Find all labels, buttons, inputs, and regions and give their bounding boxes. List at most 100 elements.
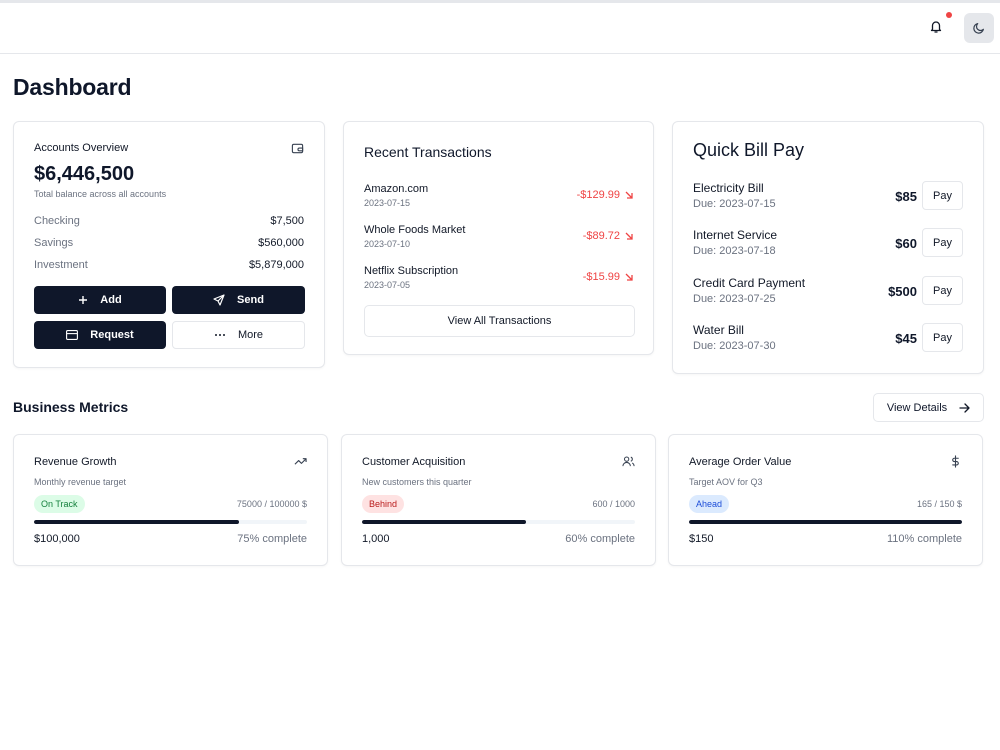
metric-percent: 60% complete	[565, 533, 635, 545]
credit-card-icon	[66, 330, 79, 340]
progress-bar	[34, 520, 307, 524]
account-value: $560,000	[258, 237, 304, 249]
metric-value: $100,000	[34, 533, 80, 545]
status-badge: Ahead	[689, 495, 730, 513]
account-row-savings: Savings $560,000	[34, 237, 304, 249]
metric-ratio: 75000 / 100000 $	[236, 499, 307, 509]
bill-amount: $500	[888, 284, 917, 299]
accounts-title: Accounts Overview	[34, 142, 129, 154]
account-label: Investment	[34, 259, 88, 271]
progress-bar	[689, 520, 962, 524]
metric-card-average-order-value: Average Order Value Target AOV for Q3 Ah…	[668, 434, 983, 566]
send-icon	[213, 294, 225, 306]
add-button-label: Add	[100, 294, 122, 306]
account-label: Checking	[34, 215, 80, 227]
dollar-icon	[949, 455, 962, 468]
bill-due-date: Due: 2023-07-18	[693, 245, 776, 257]
transaction-item[interactable]: Amazon.com 2023-07-15 -$129.99	[364, 183, 633, 211]
account-value: $5,879,000	[248, 259, 304, 271]
bill-name: Electricity Bill	[693, 181, 764, 195]
progress-fill	[689, 520, 962, 524]
transaction-item[interactable]: Netflix Subscription 2023-07-05 -$15.99	[364, 265, 633, 293]
bill-row: Internet Service Due: 2023-07-18 $60 Pay	[693, 228, 963, 260]
arrow-down-right-icon	[625, 273, 633, 281]
page-title: Dashboard	[13, 74, 132, 100]
transaction-amount-value: -$15.99	[582, 271, 620, 283]
account-row-investment: Investment $5,879,000	[34, 259, 304, 271]
status-badge: On Track	[34, 495, 85, 513]
bill-due-date: Due: 2023-07-25	[693, 293, 776, 305]
account-value: $7,500	[270, 215, 304, 227]
notification-dot	[946, 12, 952, 18]
total-balance-caption: Total balance across all accounts	[34, 189, 167, 199]
plus-icon	[78, 295, 88, 305]
transaction-date: 2023-07-05	[364, 280, 411, 290]
request-button[interactable]: Request	[34, 321, 166, 349]
metric-title: Customer Acquisition	[362, 456, 466, 468]
quick-bill-pay-card: Quick Bill Pay Electricity Bill Due: 202…	[672, 121, 984, 374]
metric-subtitle: Target AOV for Q3	[689, 477, 763, 487]
transaction-amount: -$15.99	[583, 271, 633, 283]
bill-due-date: Due: 2023-07-30	[693, 340, 776, 352]
moon-icon	[973, 23, 984, 34]
pay-button[interactable]: Pay	[922, 181, 963, 210]
trending-up-icon	[294, 455, 307, 468]
pay-button[interactable]: Pay	[922, 276, 963, 305]
transaction-name: Whole Foods Market	[364, 224, 466, 236]
pay-button[interactable]: Pay	[922, 323, 963, 352]
arrow-down-right-icon	[625, 191, 633, 199]
metric-percent: 110% complete	[886, 533, 962, 545]
arrow-down-right-icon	[625, 232, 633, 240]
metric-value: 1,000	[362, 533, 390, 545]
transaction-date: 2023-07-15	[364, 198, 411, 208]
bill-amount: $45	[895, 331, 917, 346]
bill-amount: $60	[895, 236, 917, 251]
transaction-item[interactable]: Whole Foods Market 2023-07-10 -$89.72	[364, 224, 633, 252]
total-balance: $6,446,500	[34, 163, 135, 185]
more-dots-icon	[214, 333, 226, 337]
metric-percent: 75% complete	[237, 533, 307, 545]
bill-due-date: Due: 2023-07-15	[693, 198, 776, 210]
transaction-amount: -$129.99	[577, 189, 633, 201]
view-details-label: View Details	[886, 401, 948, 414]
bill-pay-title: Quick Bill Pay	[693, 140, 805, 160]
metric-ratio: 165 / 150 $	[916, 499, 962, 509]
bill-name: Water Bill	[693, 323, 744, 337]
add-button[interactable]: Add	[34, 286, 166, 314]
metric-card-revenue-growth: Revenue Growth Monthly revenue target On…	[13, 434, 328, 566]
business-metrics-title: Business Metrics	[13, 399, 129, 415]
transaction-amount: -$89.72	[583, 230, 633, 242]
account-label: Savings	[34, 237, 74, 249]
bill-row: Electricity Bill Due: 2023-07-15 $85 Pay	[693, 181, 963, 213]
status-badge: Behind	[362, 495, 405, 513]
top-bar	[0, 0, 1000, 54]
more-button[interactable]: More	[172, 321, 305, 349]
view-all-transactions-button[interactable]: View All Transactions	[364, 305, 635, 337]
progress-fill	[362, 520, 526, 524]
request-button-label: Request	[90, 329, 134, 341]
account-row-checking: Checking $7,500	[34, 215, 304, 227]
view-details-button[interactable]: View Details	[873, 393, 984, 422]
recent-transactions-card: Recent Transactions Amazon.com 2023-07-1…	[343, 121, 654, 355]
bill-name: Credit Card Payment	[693, 276, 806, 290]
transaction-name: Netflix Subscription	[364, 265, 459, 277]
progress-bar	[362, 520, 635, 524]
bill-row: Water Bill Due: 2023-07-30 $45 Pay	[693, 323, 963, 355]
metric-ratio: 600 / 1000	[592, 499, 635, 509]
metric-subtitle: New customers this quarter	[362, 477, 472, 487]
transaction-name: Amazon.com	[364, 183, 429, 195]
metric-title: Revenue Growth	[34, 456, 117, 468]
arrow-right-icon	[959, 402, 970, 413]
accounts-overview-card: Accounts Overview $6,446,500 Total balan…	[13, 121, 325, 368]
pay-button[interactable]: Pay	[922, 228, 963, 257]
bill-row: Credit Card Payment Due: 2023-07-25 $500…	[693, 276, 963, 308]
metric-value: $150	[689, 533, 714, 545]
send-button-label: Send	[237, 294, 264, 306]
metric-title: Average Order Value	[689, 456, 792, 468]
notification-bell-icon[interactable]	[926, 16, 946, 36]
send-button[interactable]: Send	[172, 286, 305, 314]
transaction-amount-value: -$89.72	[582, 230, 620, 242]
more-button-label: More	[237, 329, 264, 341]
transactions-title: Recent Transactions	[364, 144, 492, 160]
theme-toggle-button[interactable]	[964, 13, 994, 43]
